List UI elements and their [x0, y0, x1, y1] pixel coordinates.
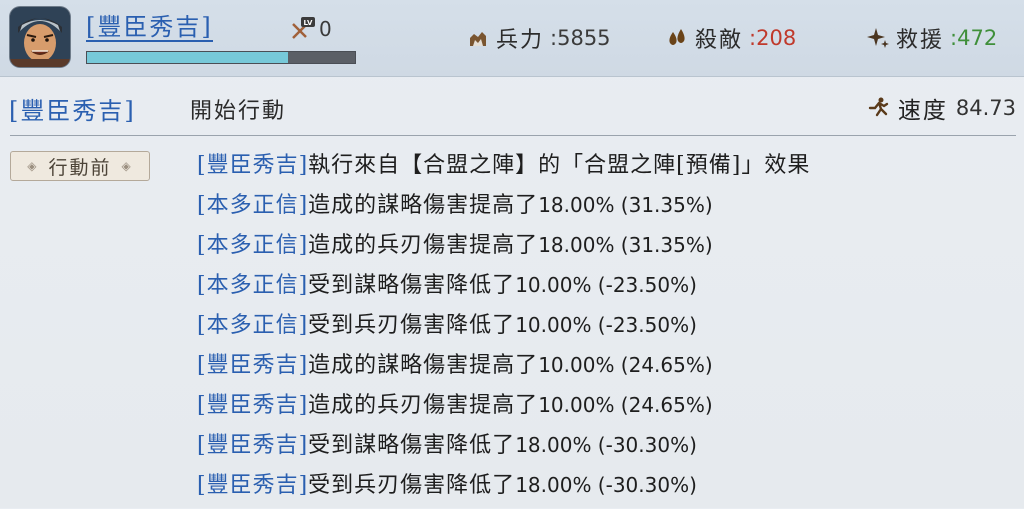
- hero-portrait[interactable]: [10, 7, 70, 67]
- log-actor-link[interactable]: [本多正信]: [197, 233, 308, 258]
- level-badge-text: LV: [304, 19, 313, 27]
- log-line: [本多正信]受到謀略傷害降低了10.00% (-23.50%): [197, 269, 810, 309]
- troops-value: :5855: [550, 26, 611, 50]
- blood-drops-icon: [669, 29, 685, 45]
- rescue-value: :472: [950, 26, 998, 50]
- troops-icon: [470, 32, 486, 46]
- kills-stat: 殺敵 :208: [665, 22, 796, 54]
- section-divider: [10, 135, 1016, 136]
- rescue-stat: 救援 :472: [866, 22, 997, 54]
- troops-stat: 兵力 :5855: [466, 22, 611, 54]
- log-number: 10.00% (24.65%): [538, 353, 713, 377]
- phase-tag: ◈ 行動前 ◈: [10, 151, 150, 181]
- running-figure-icon: [868, 97, 889, 117]
- log-actor-link[interactable]: [本多正信]: [197, 273, 308, 298]
- log-actor-link[interactable]: [豐臣秀吉]: [197, 353, 308, 378]
- phase-label: 行動前: [48, 156, 112, 179]
- log-line: [本多正信]造成的謀略傷害提高了18.00% (31.35%): [197, 189, 810, 229]
- log-actor-link[interactable]: [豐臣秀吉]: [197, 473, 308, 498]
- log-line: [豐臣秀吉]受到兵刃傷害降低了18.00% (-30.30%): [197, 469, 810, 509]
- log-actor-link[interactable]: [本多正信]: [197, 313, 308, 338]
- log-line: [豐臣秀吉]造成的兵刃傷害提高了10.00% (24.65%): [197, 389, 810, 429]
- log-line: [豐臣秀吉]執行來自【合盟之陣】的「合盟之陣[預備]」效果: [197, 149, 810, 189]
- log-text: 受到謀略傷害降低了: [308, 433, 516, 458]
- turn-actor-link[interactable]: [豐臣秀吉]: [9, 91, 136, 126]
- log-text: 執行來自【合盟之陣】的「合盟之陣[預備]」效果: [308, 153, 811, 178]
- log-text: 受到謀略傷害降低了: [308, 273, 516, 298]
- speed-stat: 速度 84.73: [866, 91, 1016, 125]
- battle-log: [豐臣秀吉]執行來自【合盟之陣】的「合盟之陣[預備]」效果 [本多正信]造成的謀…: [197, 149, 810, 509]
- log-actor-link[interactable]: [豐臣秀吉]: [197, 393, 308, 418]
- log-number: 18.00% (31.35%): [538, 233, 713, 257]
- log-number: 18.00% (-30.30%): [515, 473, 697, 497]
- log-text: 造成的兵刃傷害提高了: [308, 233, 539, 258]
- kills-value: :208: [749, 26, 797, 50]
- speed-value: 84.73: [955, 96, 1016, 120]
- turn-header: [豐臣秀吉] 開始行動 速度 84.73: [0, 78, 1024, 134]
- hero-name-link[interactable]: [豐臣秀吉]: [86, 14, 213, 42]
- kills-label: 殺敵: [695, 28, 744, 53]
- log-text: 造成的謀略傷害提高了: [308, 193, 539, 218]
- log-number: 18.00% (-30.30%): [515, 433, 697, 457]
- sparkle-icon: [867, 28, 889, 48]
- log-text: 受到兵刃傷害降低了: [308, 313, 516, 338]
- log-number: 10.00% (-23.50%): [515, 273, 697, 297]
- log-line: [本多正信]造成的兵刃傷害提高了18.00% (31.35%): [197, 229, 810, 269]
- log-number: 10.00% (-23.50%): [515, 313, 697, 337]
- log-actor-link[interactable]: [豐臣秀吉]: [197, 433, 308, 458]
- hero-portrait-image: [10, 7, 70, 67]
- troop-hp-fill: [87, 52, 288, 63]
- log-line: [豐臣秀吉]造成的謀略傷害提高了10.00% (24.65%): [197, 349, 810, 389]
- level-indicator: LV 0: [290, 16, 332, 42]
- log-line: [豐臣秀吉]受到謀略傷害降低了18.00% (-30.30%): [197, 429, 810, 469]
- crossed-swords-level-icon: LV: [292, 17, 315, 39]
- log-actor-link[interactable]: [豐臣秀吉]: [197, 153, 308, 178]
- log-actor-link[interactable]: [本多正信]: [197, 193, 308, 218]
- phase-ornament-right-icon: ◈: [121, 159, 133, 173]
- log-text: 受到兵刃傷害降低了: [308, 473, 516, 498]
- speed-label: 速度: [897, 98, 948, 124]
- rescue-label: 救援: [896, 28, 945, 53]
- unit-header: [豐臣秀吉] LV 0 兵力 :5855 殺敵 :208 救援:472: [0, 0, 1024, 77]
- troop-hp-bar: [86, 51, 356, 64]
- level-value: 0: [319, 17, 332, 41]
- turn-action-text: 開始行動: [190, 99, 287, 124]
- log-text: 造成的謀略傷害提高了: [308, 353, 539, 378]
- log-line: [本多正信]受到兵刃傷害降低了10.00% (-23.50%): [197, 309, 810, 349]
- phase-ornament-left-icon: ◈: [27, 159, 39, 173]
- troops-label: 兵力: [496, 28, 545, 53]
- log-number: 10.00% (24.65%): [538, 393, 713, 417]
- log-number: 18.00% (31.35%): [538, 193, 713, 217]
- log-text: 造成的兵刃傷害提高了: [308, 393, 539, 418]
